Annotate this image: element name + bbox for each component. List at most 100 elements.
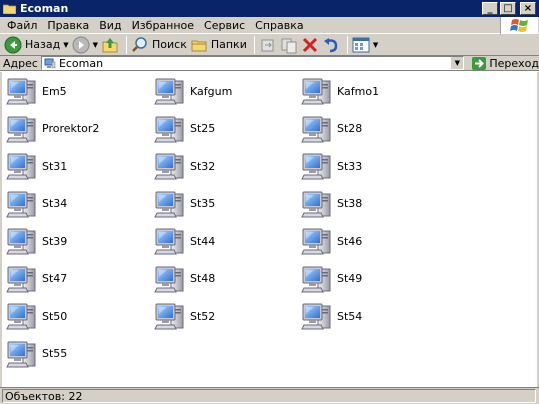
close-button[interactable]: × xyxy=(520,2,536,15)
go-arrow-icon xyxy=(472,56,487,70)
undo-button[interactable] xyxy=(322,35,340,55)
toolbar-separator xyxy=(346,35,348,54)
file-view[interactable]: Em5 Kafgum Kafmo1 Prorektor2 St25 St28 S… xyxy=(0,72,539,387)
up-folder-icon xyxy=(102,37,118,52)
computer-item[interactable]: St35 xyxy=(154,188,215,220)
computer-icon xyxy=(154,153,184,180)
windows-logo-icon xyxy=(500,17,538,34)
forward-button[interactable]: ▼ xyxy=(72,35,98,55)
computer-item[interactable]: St47 xyxy=(6,263,67,295)
computer-name: St33 xyxy=(337,159,363,173)
computer-name: St48 xyxy=(190,272,216,285)
computer-name: St34 xyxy=(42,197,68,210)
menu-help[interactable]: Справка xyxy=(250,19,308,32)
menu-file[interactable]: Файл xyxy=(2,19,42,32)
computer-item[interactable]: Prorektor2 xyxy=(6,113,99,145)
computer-icon xyxy=(154,228,184,255)
folder-icon xyxy=(3,4,16,14)
views-dropdown-icon[interactable]: ▼ xyxy=(373,41,378,49)
computer-name: St49 xyxy=(337,272,363,285)
computer-item[interactable]: St46 xyxy=(301,225,362,257)
computer-icon xyxy=(154,191,184,217)
computer-item[interactable]: St52 xyxy=(154,300,215,332)
computer-icon xyxy=(6,116,36,142)
computer-name: St55 xyxy=(42,347,68,360)
computer-item[interactable]: St31 xyxy=(6,150,67,182)
up-folder-button[interactable] xyxy=(101,35,119,55)
computer-name: St44 xyxy=(190,234,216,248)
undo-icon xyxy=(323,37,338,52)
computer-item[interactable]: St48 xyxy=(154,263,215,295)
go-label: Переход xyxy=(489,56,539,70)
title-bar[interactable]: Ecoman _ □ × xyxy=(0,0,539,17)
back-arrow-icon xyxy=(4,36,22,53)
computer-name: St52 xyxy=(190,309,216,323)
computer-icon xyxy=(301,266,331,292)
computer-name: St39 xyxy=(42,234,68,248)
back-button[interactable]: Назад ▼ xyxy=(4,35,69,55)
views-button[interactable]: ▼ xyxy=(352,35,378,55)
computer-item[interactable]: St39 xyxy=(6,225,67,257)
computer-icon xyxy=(6,341,36,367)
computer-icon xyxy=(6,303,36,330)
back-dropdown-icon[interactable]: ▼ xyxy=(63,41,68,49)
network-folder-icon xyxy=(44,58,56,68)
folders-button[interactable]: Папки xyxy=(190,35,247,55)
computer-name: St31 xyxy=(42,159,68,173)
folders-icon xyxy=(191,40,207,51)
computer-item[interactable]: St50 xyxy=(6,300,67,332)
computer-name: Em5 xyxy=(42,84,67,98)
go-button[interactable]: Переход xyxy=(472,56,539,70)
computer-item[interactable]: St25 xyxy=(154,113,215,145)
delete-icon xyxy=(302,37,317,52)
computer-item[interactable]: St33 xyxy=(301,150,362,182)
computer-item[interactable]: Kafmo1 xyxy=(301,75,379,107)
computer-item[interactable]: St54 xyxy=(301,300,362,332)
address-value: Ecoman xyxy=(58,56,104,70)
menu-tools[interactable]: Сервис xyxy=(199,19,250,32)
computer-item[interactable]: St49 xyxy=(301,263,362,295)
move-to-icon xyxy=(261,39,274,51)
forward-dropdown-icon[interactable]: ▼ xyxy=(93,41,98,49)
computer-icon xyxy=(6,153,36,180)
address-input[interactable]: Ecoman ▼ xyxy=(40,56,465,70)
minimize-button[interactable]: _ xyxy=(482,2,498,15)
computer-name: St35 xyxy=(190,197,216,210)
maximize-button[interactable]: □ xyxy=(500,2,516,15)
computer-name: Kafgum xyxy=(190,84,233,98)
computer-icon xyxy=(6,266,36,292)
menu-view[interactable]: Вид xyxy=(94,19,126,32)
menu-edit[interactable]: Правка xyxy=(42,19,94,32)
computer-item[interactable]: Kafgum xyxy=(154,75,232,107)
search-icon xyxy=(132,36,147,52)
address-dropdown-icon[interactable]: ▼ xyxy=(450,57,464,69)
delete-button[interactable] xyxy=(301,35,319,55)
computer-item[interactable]: St32 xyxy=(154,150,215,182)
computer-icon xyxy=(301,303,331,330)
menu-bar: Файл Правка Вид Избранное Сервис Справка xyxy=(0,17,539,34)
search-button[interactable]: Поиск xyxy=(131,35,187,55)
window-title: Ecoman xyxy=(20,2,69,15)
computer-item[interactable]: St55 xyxy=(6,338,67,370)
computer-icon xyxy=(6,191,36,217)
copy-to-button[interactable] xyxy=(280,35,298,55)
menu-favorites[interactable]: Избранное xyxy=(127,19,199,32)
forward-arrow-icon xyxy=(72,36,90,53)
move-to-button[interactable] xyxy=(259,35,277,55)
computer-icon xyxy=(6,228,36,255)
computer-item[interactable]: St34 xyxy=(6,188,67,220)
computer-item[interactable]: St44 xyxy=(154,225,215,257)
status-text: Объектов: 22 xyxy=(5,389,83,403)
folders-label: Папки xyxy=(210,38,247,51)
computer-item[interactable]: St28 xyxy=(301,113,362,145)
computer-icon xyxy=(301,116,331,142)
computer-name: St54 xyxy=(337,309,363,323)
computer-name: St47 xyxy=(42,272,68,285)
computer-item[interactable]: Em5 xyxy=(6,75,67,107)
computer-item[interactable]: St38 xyxy=(301,188,362,220)
computer-name: St25 xyxy=(190,122,216,135)
copy-to-icon xyxy=(281,38,297,53)
computer-icon xyxy=(154,266,184,292)
toolbar: Назад ▼ ▼ Поиск Папки ▼ xyxy=(0,34,539,56)
computer-icon xyxy=(301,153,331,180)
